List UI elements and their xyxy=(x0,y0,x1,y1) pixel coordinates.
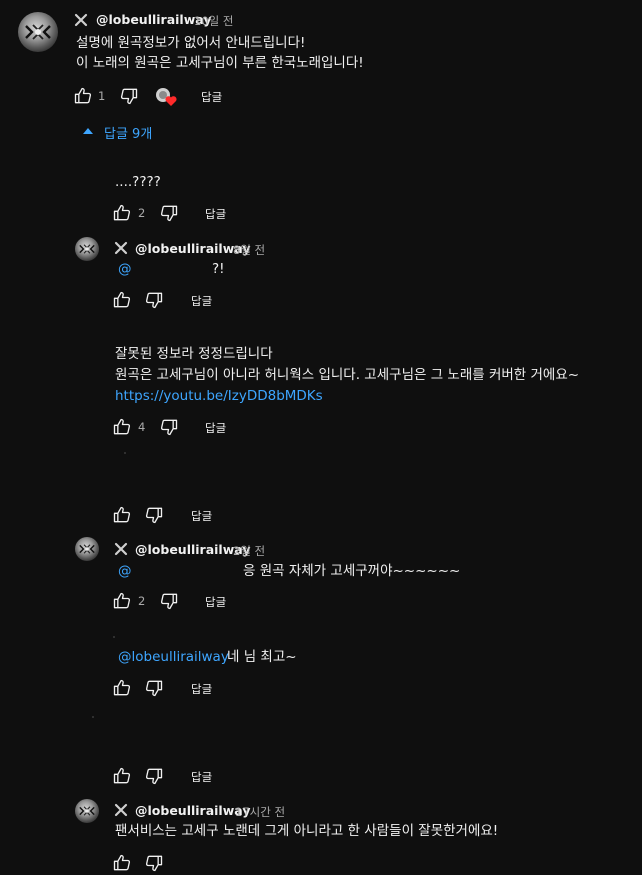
reply-time[interactable]: 8일 전 xyxy=(233,242,265,258)
like-count: 2 xyxy=(138,594,146,608)
reply-link[interactable]: https://youtu.be/IzyDD8bMDKs xyxy=(115,386,323,407)
like-count: 2 xyxy=(138,206,146,220)
dislike-icon[interactable] xyxy=(144,505,164,525)
like-icon[interactable] xyxy=(112,203,132,223)
dislike-icon[interactable] xyxy=(144,678,164,698)
dislike-icon[interactable] xyxy=(144,290,164,310)
like-icon[interactable] xyxy=(112,853,132,873)
reply-text: 응 원곡 자체가 고세구꺼야~~~~~~ xyxy=(243,563,461,579)
avatar[interactable] xyxy=(18,12,58,52)
separator-dot xyxy=(113,636,115,638)
reply-mention[interactable]: @lobeullirailway xyxy=(118,647,229,668)
reply-text: ....???? xyxy=(115,174,161,190)
reply-button[interactable]: 답글 xyxy=(191,769,212,785)
close-icon[interactable] xyxy=(114,541,128,555)
reply-time[interactable]: 17시간 전 xyxy=(235,804,285,820)
like-count: 4 xyxy=(138,420,146,434)
reply-mention[interactable]: @ xyxy=(118,259,132,280)
reply-text-line-1: 잘못된 정보라 정정드립니다 xyxy=(115,346,273,362)
like-icon[interactable] xyxy=(112,290,132,310)
dislike-icon[interactable] xyxy=(159,417,179,437)
separator-dot xyxy=(124,452,126,454)
reply-mention[interactable]: @ xyxy=(118,561,132,582)
reply-author[interactable]: @lobeullirailway xyxy=(135,803,250,818)
separator-dot xyxy=(92,716,94,718)
avatar[interactable] xyxy=(75,237,99,261)
dislike-icon[interactable] xyxy=(119,86,139,106)
creator-heart-icon xyxy=(155,87,177,107)
avatar[interactable] xyxy=(75,799,99,823)
like-icon[interactable] xyxy=(112,678,132,698)
like-icon[interactable] xyxy=(112,417,132,437)
like-icon[interactable] xyxy=(112,505,132,525)
dislike-icon[interactable] xyxy=(159,591,179,611)
reply-text: ?! xyxy=(212,261,225,277)
reply-button[interactable]: 답글 xyxy=(205,420,226,436)
close-icon[interactable] xyxy=(114,240,128,254)
dislike-icon[interactable] xyxy=(159,203,179,223)
comment-text-line-2: 이 노래의 원곡은 고세구님이 부른 한국노래입니다! xyxy=(76,55,364,71)
like-icon[interactable] xyxy=(112,766,132,786)
reply-button[interactable]: 답글 xyxy=(205,594,226,610)
reply-time[interactable]: 2일 전 xyxy=(233,543,265,559)
reply-text: 팬서비스는 고세구 노랜데 그게 아니라고 한 사람들이 잘못한거에요! xyxy=(115,823,499,839)
like-count: 1 xyxy=(98,89,106,103)
reply-text: 네 님 최고~ xyxy=(227,649,297,665)
close-icon[interactable] xyxy=(114,802,128,816)
reply-button[interactable]: 답글 xyxy=(191,293,212,309)
comment-text-line-1: 설명에 원곡정보가 없어서 안내드립니다! xyxy=(76,35,306,51)
avatar[interactable] xyxy=(75,537,99,561)
reply-button[interactable]: 답글 xyxy=(205,206,226,222)
reply-text-line-2: 원곡은 고세구님이 아니라 허니웍스 입니다. 고세구님은 그 노래를 커버한 … xyxy=(115,367,580,383)
reply-button[interactable]: 답글 xyxy=(201,89,222,105)
comment-time[interactable]: 10일 전 xyxy=(194,13,233,29)
caret-up-icon xyxy=(83,128,93,134)
dislike-icon[interactable] xyxy=(144,766,164,786)
reply-button[interactable]: 답글 xyxy=(191,681,212,697)
replies-toggle-label: 답글 9개 xyxy=(104,127,153,142)
replies-toggle[interactable]: 답글 9개 xyxy=(82,123,172,142)
like-icon[interactable] xyxy=(112,591,132,611)
close-icon[interactable] xyxy=(74,12,88,26)
dislike-icon[interactable] xyxy=(144,853,164,873)
like-icon[interactable] xyxy=(73,86,93,106)
reply-button[interactable]: 답글 xyxy=(191,508,212,524)
